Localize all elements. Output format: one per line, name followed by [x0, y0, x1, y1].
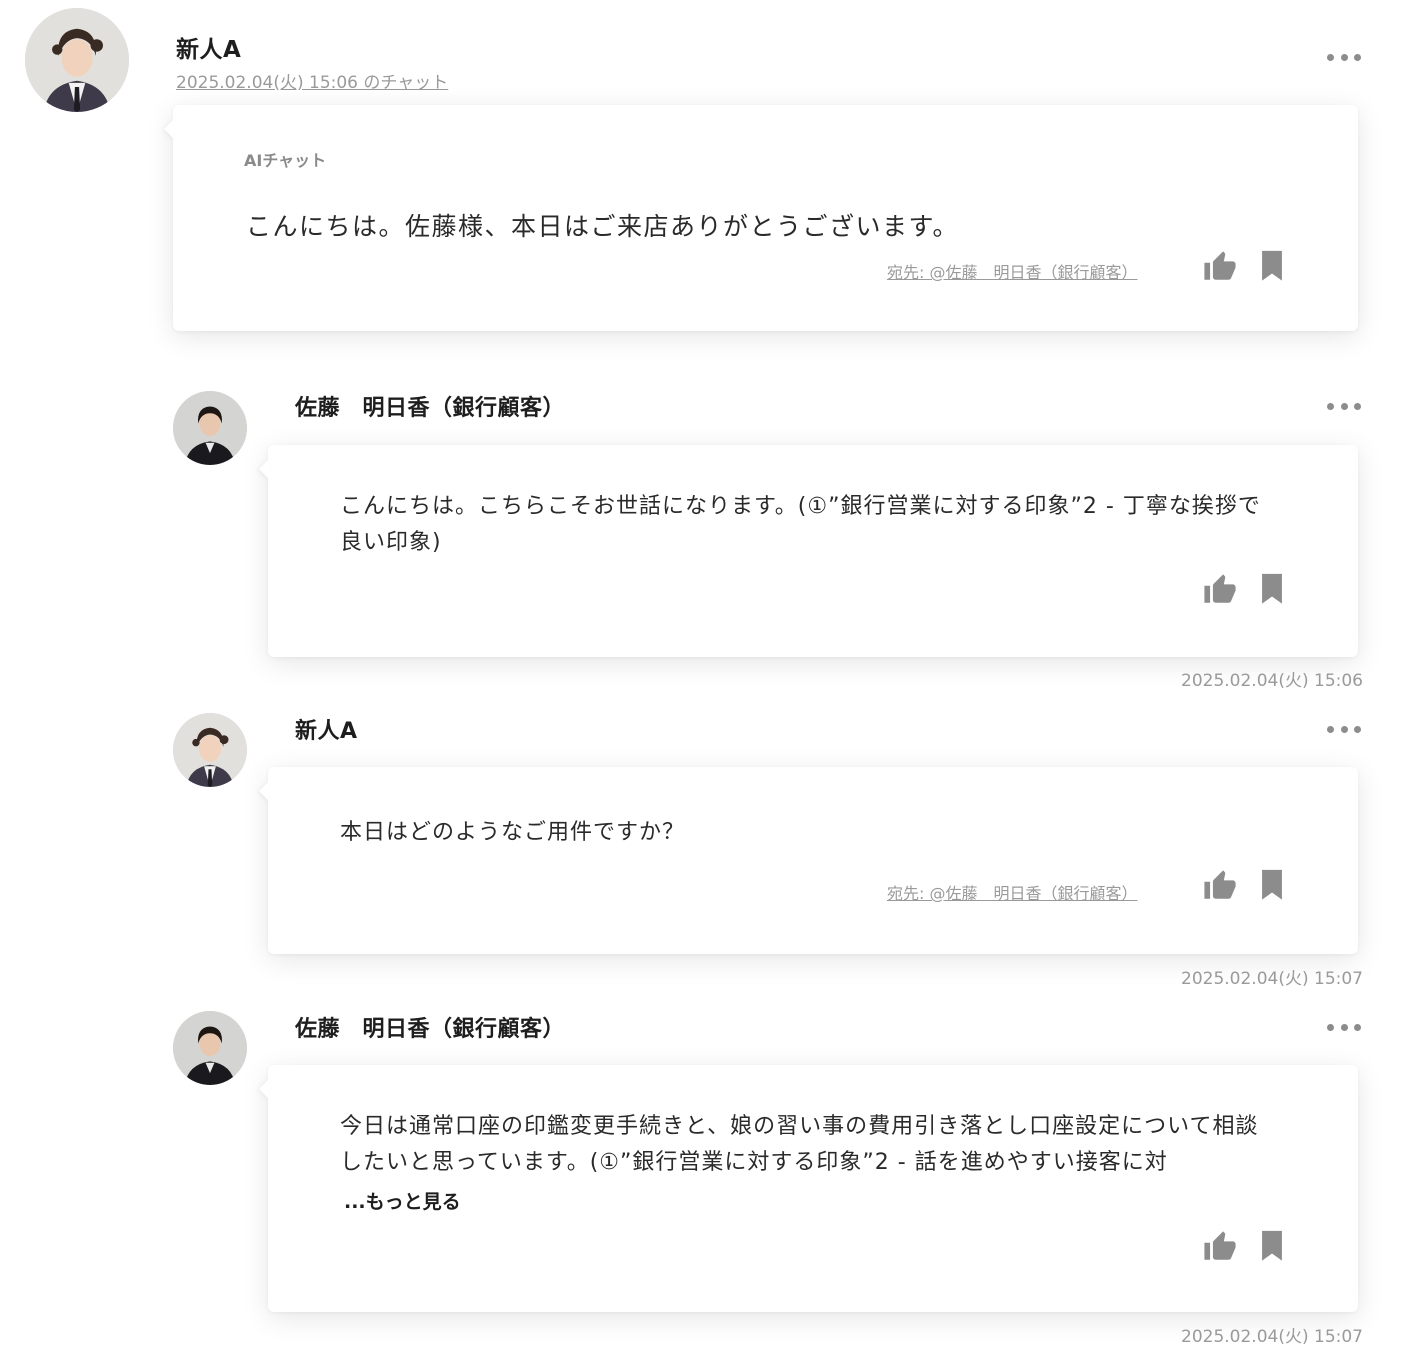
thumbs-up-icon[interactable] — [1203, 573, 1237, 607]
recipient-link[interactable]: 宛先: @佐藤 明日香（銀行顧客） — [887, 259, 1137, 283]
avatar-sato-asuka[interactable] — [173, 391, 247, 465]
message-card: 今日は通常口座の印鑑変更手続きと、娘の習い事の費用引き落とし口座設定について相談… — [268, 1065, 1358, 1312]
thumbs-up-icon[interactable] — [1203, 250, 1237, 284]
avatar-shinjin-a[interactable] — [173, 713, 247, 787]
bookmark-icon[interactable] — [1255, 867, 1289, 901]
message-more-menu-icon[interactable] — [1327, 399, 1361, 413]
thread-date-link[interactable]: 2025.02.04(火) 15:06 のチャット — [176, 68, 448, 93]
message-author-name: 新人A — [295, 719, 358, 744]
recipient-link[interactable]: 宛先: @佐藤 明日香（銀行顧客） — [887, 880, 1137, 904]
ai-chat-message-text: こんにちは。佐藤様、本日はご来店ありがとうございます。 — [246, 212, 960, 241]
avatar-sato-asuka[interactable] — [173, 1011, 247, 1085]
thread-author-name: 新人A — [176, 37, 242, 63]
message-timestamp: 2025.02.04(火) 15:06 — [1181, 671, 1363, 691]
message-author-name: 佐藤 明日香（銀行顧客） — [295, 396, 566, 421]
message-text-line: 良い印象) — [340, 530, 442, 555]
bookmark-icon[interactable] — [1255, 571, 1289, 605]
read-more-link[interactable]: ...もっと見る — [344, 1187, 461, 1214]
message-more-menu-icon[interactable] — [1327, 722, 1361, 736]
thumbs-up-icon[interactable] — [1203, 869, 1237, 903]
message-timestamp: 2025.02.04(火) 15:07 — [1181, 1327, 1363, 1347]
message-more-menu-icon[interactable] — [1327, 1020, 1361, 1034]
message-text-line: したいと思っています。(①”銀行営業に対する印象”2 - 話を進めやすい接客に対 — [340, 1150, 1168, 1175]
message-text-line: こんにちは。こちらこそお世話になります。(①”銀行営業に対する印象”2 - 丁寧… — [340, 494, 1261, 519]
message-text-line: 今日は通常口座の印鑑変更手続きと、娘の習い事の費用引き落とし口座設定について相談 — [340, 1114, 1259, 1139]
message-card: こんにちは。こちらこそお世話になります。(①”銀行営業に対する印象”2 - 丁寧… — [268, 445, 1358, 657]
bookmark-icon[interactable] — [1255, 248, 1289, 282]
message-text-line: 本日はどのようなご用件ですか？ — [340, 820, 686, 845]
thread-more-menu-icon[interactable] — [1327, 50, 1361, 64]
thumbs-up-icon[interactable] — [1203, 1230, 1237, 1264]
avatar-shinjin-a[interactable] — [25, 8, 129, 112]
chat-thread-page: 新人A 2025.02.04(火) 15:06 のチャット AIチャット こんに… — [0, 0, 1408, 1350]
bookmark-icon[interactable] — [1255, 1228, 1289, 1262]
message-timestamp: 2025.02.04(火) 15:07 — [1181, 969, 1363, 989]
message-card: 本日はどのようなご用件ですか？ 宛先: @佐藤 明日香（銀行顧客） — [268, 767, 1358, 954]
ai-chat-card: AIチャット こんにちは。佐藤様、本日はご来店ありがとうございます。 宛先: @… — [173, 105, 1358, 331]
ai-chat-label: AIチャット — [244, 151, 327, 170]
message-author-name: 佐藤 明日香（銀行顧客） — [295, 1017, 566, 1042]
